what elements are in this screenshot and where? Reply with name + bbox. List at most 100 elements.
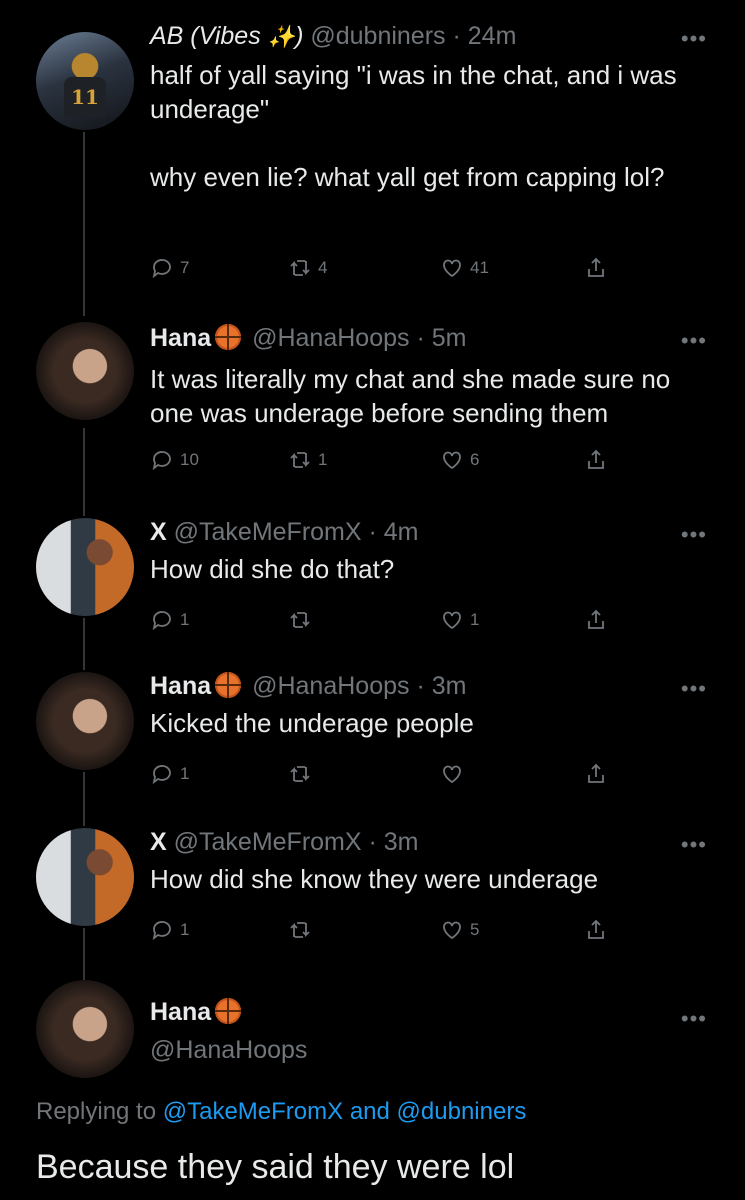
display-name[interactable]: AB (Vibes ✨) (150, 22, 303, 50)
reply-button[interactable]: 1 (150, 762, 189, 786)
share-button[interactable] (584, 448, 608, 472)
retweet-button[interactable]: 1 (288, 448, 327, 472)
display-name[interactable]: Hana (150, 324, 245, 352)
display-name[interactable]: Hana (150, 672, 245, 700)
retweet-icon (290, 612, 310, 628)
reply-icon (152, 611, 171, 631)
reply-button[interactable]: 10 (150, 448, 199, 472)
tweet[interactable]: Hana @HanaHoops · 3m ••• Kicked the unde… (0, 666, 745, 796)
retweet-count: 4 (318, 258, 328, 277)
tweet-text: How did she know they were underage (150, 864, 599, 894)
reply-icon (152, 921, 171, 941)
share-button[interactable] (584, 256, 608, 280)
avatar[interactable]: 11 (36, 32, 134, 130)
mention-link[interactable]: @dubniners (397, 1098, 527, 1125)
retweet-icon (290, 766, 310, 782)
tweet-header: Hana (150, 998, 245, 1027)
avatar[interactable] (36, 672, 134, 770)
tweet-text: Kicked the underage people (150, 708, 474, 738)
display-name[interactable]: Hana (150, 998, 245, 1026)
like-icon (443, 921, 461, 940)
display-name[interactable]: X (150, 828, 167, 856)
tweet-header: AB (Vibes ✨) @dubniners · 24m (150, 22, 516, 51)
like-count: 1 (470, 610, 480, 629)
retweet-button[interactable] (288, 918, 318, 942)
more-icon[interactable]: ••• (681, 834, 707, 856)
reply-count: 1 (180, 610, 190, 629)
like-count: 41 (470, 258, 489, 277)
share-icon (588, 763, 604, 783)
jersey-number: 11 (64, 77, 106, 117)
tweet-actions: 10 1 6 (150, 448, 610, 478)
more-icon[interactable]: ••• (681, 330, 707, 352)
reply-button[interactable]: 1 (150, 918, 189, 942)
like-button[interactable]: 41 (440, 256, 489, 280)
retweet-count: 1 (318, 450, 328, 469)
avatar[interactable] (36, 518, 134, 616)
handle-time[interactable]: @TakeMeFromX · 3m (174, 828, 419, 856)
more-icon[interactable]: ••• (681, 524, 707, 546)
handle-time[interactable]: @HanaHoops · 5m (252, 324, 466, 352)
avatar[interactable] (36, 980, 134, 1078)
like-icon (443, 451, 461, 470)
reply-count: 10 (180, 450, 199, 469)
share-icon (588, 609, 604, 629)
reply-icon (152, 451, 171, 471)
share-icon (588, 449, 604, 469)
basketball-emoji (215, 324, 242, 350)
reply-count: 1 (180, 920, 190, 939)
replying-to-label: Replying to (36, 1098, 163, 1125)
sparkles-emoji: ✨ (267, 24, 296, 49)
more-icon[interactable]: ••• (681, 678, 707, 700)
like-count: 5 (470, 920, 480, 939)
tweet-header: Hana @HanaHoops · 5m (150, 324, 466, 353)
share-button[interactable] (584, 608, 608, 632)
more-icon[interactable]: ••• (681, 1008, 707, 1030)
tweet-text: half of yall saying "i was in the chat, … (150, 60, 677, 192)
more-icon[interactable]: ••• (681, 28, 707, 50)
handle-time[interactable]: @HanaHoops · 3m (252, 672, 466, 700)
like-icon (443, 611, 461, 630)
like-icon (443, 259, 461, 278)
reply-button[interactable]: 1 (150, 608, 189, 632)
tweet[interactable]: X @TakeMeFromX · 4m ••• How did she do t… (0, 512, 745, 642)
share-button[interactable] (584, 762, 608, 786)
tweet-header: X @TakeMeFromX · 4m (150, 518, 419, 547)
like-button[interactable]: 6 (440, 448, 479, 472)
retweet-button[interactable] (288, 762, 318, 786)
retweet-icon (290, 922, 310, 938)
reply-icon (152, 259, 171, 279)
replying-to: Replying to @TakeMeFromX and @dubniners (36, 1098, 526, 1126)
mention-link[interactable]: @TakeMeFromX (163, 1098, 343, 1125)
share-button[interactable] (584, 918, 608, 942)
basketball-emoji (215, 672, 242, 698)
like-button[interactable]: 5 (440, 918, 479, 942)
basketball-emoji (215, 998, 242, 1024)
retweet-button[interactable]: 4 (288, 256, 327, 280)
handle-time[interactable]: @dubniners · 24m (310, 22, 516, 50)
main-tweet-text: Because they said they were lol (36, 1148, 515, 1186)
tweet-actions: 7 4 41 (150, 256, 610, 286)
avatar[interactable] (36, 828, 134, 926)
display-name[interactable]: X (150, 518, 167, 546)
handle[interactable]: @HanaHoops (150, 1036, 307, 1065)
reply-button[interactable]: 7 (150, 256, 189, 280)
avatar[interactable] (36, 322, 134, 420)
tweet-text: It was literally my chat and she made su… (150, 364, 678, 428)
retweet-icon (290, 260, 310, 276)
tweet-actions: 1 1 (150, 608, 610, 638)
share-icon (588, 919, 604, 939)
like-count: 6 (470, 450, 480, 469)
retweet-icon (290, 452, 310, 468)
tweet-header: Hana @HanaHoops · 3m (150, 672, 466, 701)
tweet-actions: 1 (150, 762, 610, 792)
like-button[interactable] (440, 762, 470, 786)
tweet[interactable]: Hana @HanaHoops · 5m ••• It was literall… (0, 318, 745, 488)
handle-time[interactable]: @TakeMeFromX · 4m (174, 518, 419, 546)
like-icon (443, 765, 461, 784)
retweet-button[interactable] (288, 608, 318, 632)
like-button[interactable]: 1 (440, 608, 479, 632)
reply-count: 1 (180, 764, 190, 783)
tweet[interactable]: 11 AB (Vibes ✨) @dubniners · 24m ••• hal… (0, 0, 745, 310)
tweet[interactable]: X @TakeMeFromX · 3m ••• How did she know… (0, 822, 745, 952)
